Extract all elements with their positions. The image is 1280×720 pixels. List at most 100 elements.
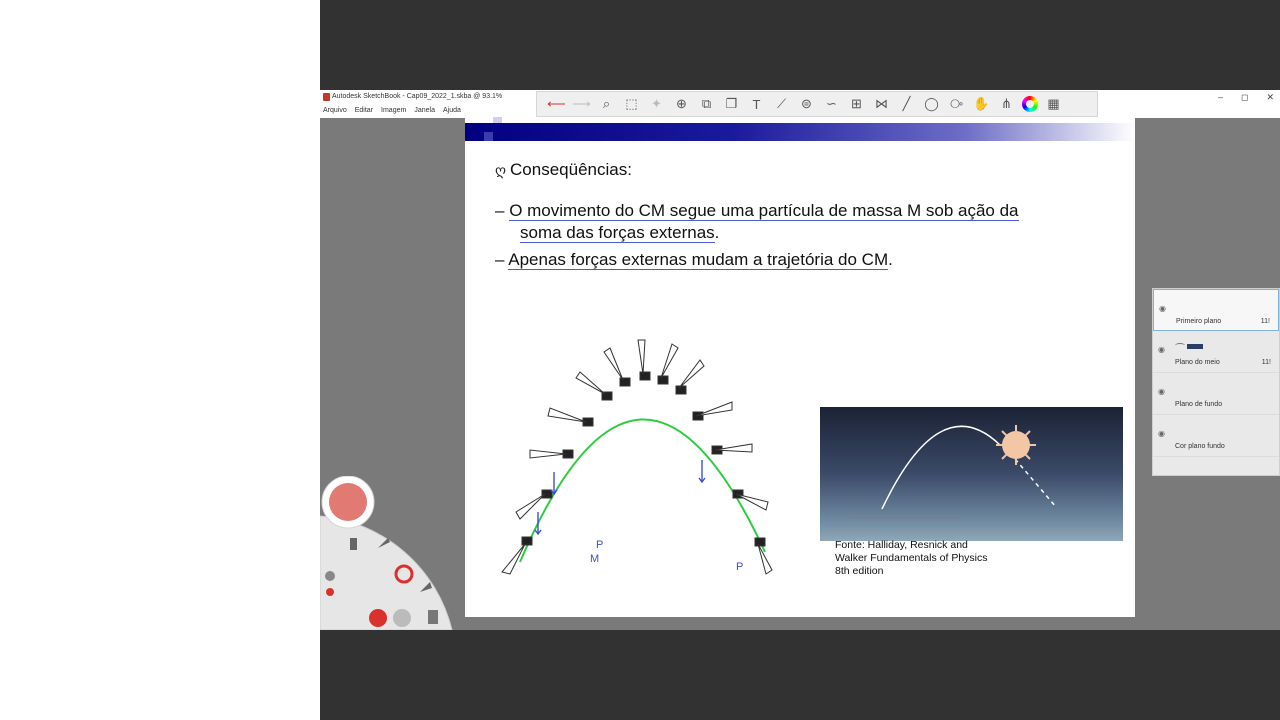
bat-handle [529,449,567,459]
layer-thumbnail [1187,344,1203,349]
layer-plano-de-fundo[interactable]: ◉ Plano de fundo [1153,373,1279,415]
current-color-swatch[interactable] [329,483,367,521]
select-icon[interactable]: ⬚ [622,95,641,114]
maximize-button[interactable]: ◻ [1241,92,1248,103]
weight-vector-arrow [534,512,542,536]
undo-icon[interactable]: ⟵ [547,95,566,114]
left-margin [0,0,320,720]
layer-menu[interactable]: 11! [1262,359,1271,366]
zoom-icon[interactable]: ⌕ [597,95,616,114]
french-curve-icon[interactable]: ∽ [822,95,841,114]
crop-icon[interactable]: ⧉ [697,95,716,114]
transform-icon[interactable]: ⊕ [672,95,691,114]
bat-handle [603,347,624,381]
lasso-icon[interactable]: ✦ [647,95,666,114]
perspective-icon[interactable]: ⊞ [847,95,866,114]
bullet-icon: ღ [495,161,507,178]
redo-button[interactable] [393,609,411,627]
bat-marker [639,371,651,381]
bat-marker [521,536,533,546]
window-controls: – ◻ ✕ [1218,92,1274,103]
eye-icon[interactable]: ◉ [1158,387,1165,396]
title-bar: Autodesk SketchBook - Cap09_2022_1.skba … [320,90,1280,118]
fireworks-photo [820,407,1123,541]
eye-icon[interactable]: ◉ [1158,429,1165,438]
layer-name: Cor plano fundo [1175,443,1225,450]
layer-name: Primeiro plano [1176,318,1222,325]
redo-icon[interactable]: ⟶ [572,95,591,114]
bat-trajectory-diagram: M P P [501,339,773,575]
p-label: P [596,539,603,551]
menu-editar[interactable]: Editar [355,107,373,114]
weight-vector-arrow [698,460,706,484]
dash: – [495,250,505,269]
symmetry-icon[interactable]: ⋈ [872,95,891,114]
undo-button[interactable] [369,609,387,627]
layer-plano-do-meio[interactable]: ◉ Plano do meio 11! [1153,331,1279,373]
app-logo-icon [323,93,330,101]
menu-arquivo[interactable]: Arquivo [323,107,347,114]
bat-marker [754,537,766,547]
lagoon-tool-wheel [320,476,453,630]
copy-icon[interactable]: ❐ [722,95,741,114]
bullet-line-2: – Apenas forças externas mudam a trajetó… [495,250,893,270]
source-line-3: 8th edition [835,565,884,577]
layers-icon[interactable]: ▦ [1044,95,1063,114]
bat-handle [735,493,769,511]
top-letterbox [320,0,1280,90]
ellipse-guide-icon[interactable]: ⊜ [797,95,816,114]
menu-ajuda[interactable]: Ajuda [443,107,461,114]
layer-name: Plano de fundo [1175,401,1223,408]
slide-header-bar [465,123,1135,141]
ruler-icon[interactable]: ⟋ [772,95,791,114]
heading-text: Conseqüências: [510,160,632,179]
eye-icon[interactable]: ◉ [1159,304,1166,313]
layer-cor-plano-fundo[interactable]: ◉ Cor plano fundo [1153,415,1279,457]
text-icon[interactable]: T [747,95,766,114]
p-label: P [736,561,743,573]
line-icon[interactable]: ╱ [897,95,916,114]
bat-handle [637,339,646,375]
source-line-1: Fonte: Halliday, Resnick and [835,539,968,551]
bat-handle [547,407,587,423]
bat-handle [757,543,773,575]
layer-editor: ◉ Primeiro plano 11! ◉ Plano do meio 11!… [1152,288,1280,476]
close-button[interactable]: ✕ [1266,92,1274,103]
bullet-line-1: – O movimento do CM segue uma partícula … [495,201,1019,221]
circle-icon[interactable]: ◯ [922,95,941,114]
color-wheel-icon[interactable] [1022,96,1038,112]
layer-menu[interactable]: 11! [1261,318,1270,325]
weight-vector-arrow [550,472,558,496]
line-1b-end: . [714,223,720,242]
bottom-letterbox [320,630,1280,720]
line-1b-text: soma das forças externas [520,223,715,243]
brush-library-icon[interactable]: ⋔ [997,95,1016,114]
bat-handle [515,493,546,520]
slide-heading: ღ Conseqüências: [495,160,632,180]
drawing-canvas[interactable]: ღ Conseqüências: – O movimento do CM seg… [465,117,1135,617]
eye-icon[interactable]: ◉ [1158,345,1165,354]
line-2-end: . [888,250,893,269]
layer-primeiro-plano[interactable]: ◉ Primeiro plano 11! [1153,289,1279,331]
bat-marker [657,375,669,385]
minimize-button[interactable]: – [1218,92,1223,103]
slide-corner-square [493,117,502,123]
menu-janela[interactable]: Janela [414,107,435,114]
layers-button[interactable] [428,610,438,624]
bat-handle [695,401,733,417]
window-title: Autodesk SketchBook - Cap09_2022_1.skba … [332,93,503,100]
brush-size-icon[interactable] [325,571,335,581]
screen: Autodesk SketchBook - Cap09_2022_1.skba … [0,0,1280,720]
eraser-icon[interactable] [350,538,357,550]
menu-imagem[interactable]: Imagem [381,107,406,114]
line-1a-text: O movimento do CM segue uma partícula de… [509,201,1019,221]
source-line-2: Walker Fundamentals of Physics [835,552,988,564]
bat-handle [660,343,679,379]
bat-marker [675,385,687,395]
brush-opacity-icon[interactable] [326,588,334,596]
shapes-icon[interactable]: ⧂ [947,95,966,114]
hand-icon[interactable]: ✋ [972,95,991,114]
bullet-line-1-cont: soma das forças externas. [520,223,719,243]
menu-bar: Arquivo Editar Imagem Janela Ajuda [323,107,461,114]
slide-corner-square [475,123,484,132]
